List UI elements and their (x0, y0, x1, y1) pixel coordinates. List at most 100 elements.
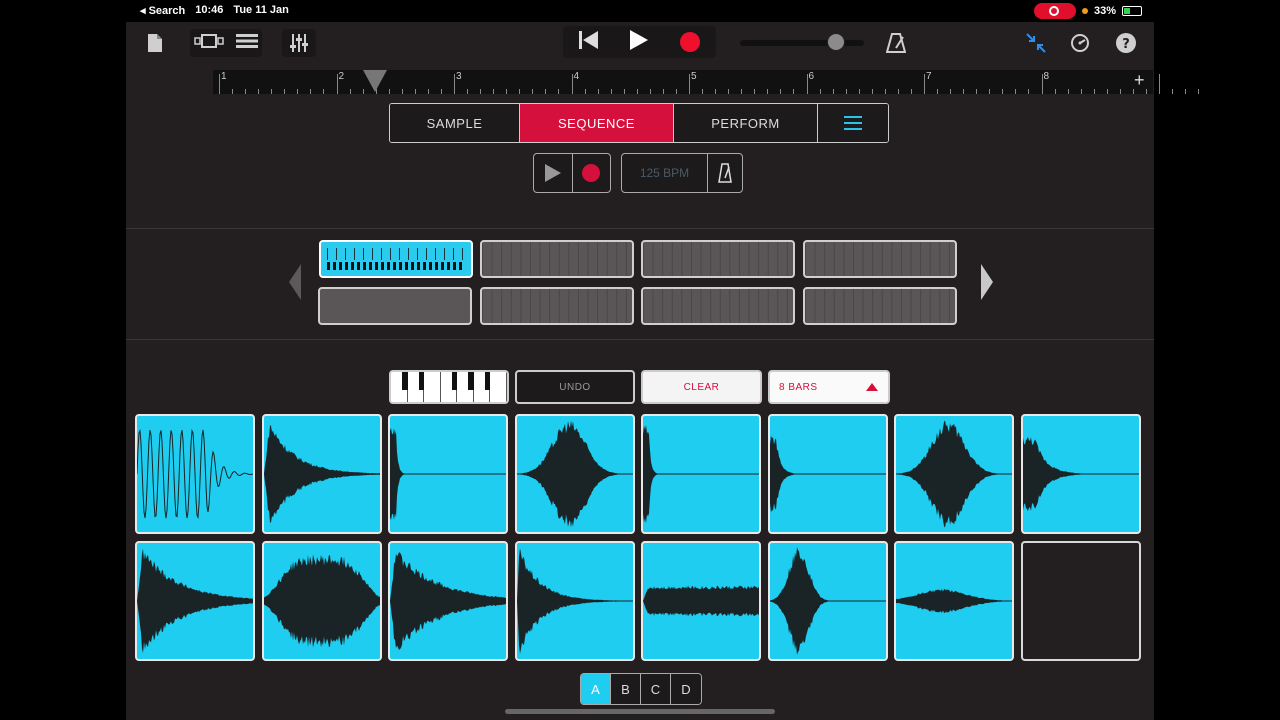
section-divider (126, 339, 1154, 340)
timeline-ruler[interactable]: 1 2 3 4 5 6 7 8 (213, 70, 1200, 94)
ruler-tick (401, 89, 403, 94)
ruler-tick (610, 89, 612, 94)
waveform-icon (516, 420, 633, 528)
ruler-tick (649, 89, 651, 94)
mixer-icon[interactable] (282, 29, 316, 57)
sequence-record-button[interactable] (573, 154, 611, 192)
waveform-icon (263, 554, 380, 648)
bank-b-button[interactable]: B (611, 674, 641, 704)
tab-perform[interactable]: PERFORM (674, 104, 818, 142)
tab-sequence[interactable]: SEQUENCE (520, 104, 674, 142)
play-icon[interactable] (630, 29, 649, 55)
menu-icon (844, 116, 862, 130)
collapse-icon[interactable] (1024, 29, 1048, 57)
sample-pad-15[interactable] (894, 541, 1014, 661)
home-indicator[interactable] (505, 709, 775, 714)
previous-patterns-arrow-icon[interactable] (289, 264, 301, 300)
pad-bank-selector: A B C D (580, 673, 702, 705)
list-view-icon[interactable] (236, 33, 258, 53)
sample-pad-5[interactable] (641, 414, 761, 534)
ruler-tick (493, 89, 495, 94)
dropdown-arrow-icon (866, 383, 878, 391)
tab-sample[interactable]: SAMPLE (390, 104, 520, 142)
metronome-icon[interactable] (884, 29, 908, 57)
bank-a-button[interactable]: A (581, 674, 611, 704)
bank-c-button[interactable]: C (641, 674, 671, 704)
ruler-tick (976, 89, 978, 94)
sample-pad-6[interactable] (767, 414, 888, 534)
ruler-tick (232, 89, 234, 94)
sequence-metronome-icon[interactable] (708, 154, 742, 192)
bars-length-dropdown[interactable]: 8 BARS (768, 370, 890, 404)
sample-pad-10[interactable] (261, 541, 382, 661)
pattern-slot-2[interactable] (480, 240, 634, 278)
mic-indicator-icon (1081, 8, 1088, 14)
ruler-tick (1028, 89, 1030, 94)
clear-button[interactable]: CLEAR (641, 370, 762, 404)
ruler-tick (675, 89, 677, 94)
mode-tabs: SAMPLE SEQUENCE PERFORM (389, 103, 889, 143)
playhead[interactable] (363, 70, 387, 92)
ruler-tick (532, 89, 534, 94)
ruler-tick (258, 89, 260, 94)
ruler-tick (1093, 89, 1095, 94)
tracks-view-icon[interactable] (194, 33, 224, 53)
pattern-slot-5[interactable] (318, 287, 472, 325)
sample-pad-7[interactable] (894, 414, 1014, 534)
help-icon[interactable]: ? (1114, 29, 1138, 57)
ruler-tick (793, 89, 795, 94)
back-to-search-link[interactable]: ◂ Search (140, 4, 185, 17)
main-transport (563, 26, 716, 58)
ruler-tick (336, 74, 338, 94)
add-section-button[interactable]: + (1134, 70, 1145, 91)
keyboard-button[interactable] (389, 370, 509, 404)
ruler-tick (1015, 89, 1017, 94)
pattern-slot-7[interactable] (641, 287, 795, 325)
sample-pad-1[interactable] (135, 414, 255, 534)
menu-button[interactable] (818, 104, 888, 142)
ruler-tick (245, 89, 247, 94)
volume-knob[interactable] (827, 33, 845, 51)
sample-pad-9[interactable] (135, 541, 255, 661)
sample-pad-16[interactable] (1020, 541, 1141, 661)
waveform-icon (137, 548, 253, 654)
ruler-tick (349, 89, 351, 94)
battery-percent: 33% (1093, 5, 1116, 17)
sample-pad-3[interactable] (388, 414, 508, 534)
sample-pad-12[interactable] (514, 541, 635, 661)
next-patterns-arrow-icon[interactable] (981, 264, 993, 300)
ruler-tick (388, 89, 390, 94)
bpm-display[interactable]: 125 BPM (622, 154, 708, 192)
ruler-tick (806, 74, 808, 94)
master-volume-slider[interactable] (740, 40, 864, 46)
waveform-icon (769, 547, 886, 655)
sample-pad-4[interactable] (514, 414, 635, 534)
record-button[interactable] (680, 32, 701, 52)
bank-d-button[interactable]: D (671, 674, 701, 704)
sample-pad-11[interactable] (388, 541, 508, 661)
ruler-tick (989, 89, 991, 94)
sample-pad-2[interactable] (261, 414, 382, 534)
screen-recording-icon[interactable] (1033, 3, 1076, 19)
sample-pad-14[interactable] (767, 541, 888, 661)
rewind-icon[interactable] (578, 30, 599, 54)
keyboard-icon (391, 372, 410, 402)
settings-icon[interactable] (1068, 29, 1092, 57)
pattern-slot-1[interactable] (319, 240, 473, 278)
ruler-tick (1002, 89, 1004, 94)
document-icon[interactable] (144, 29, 166, 57)
ruler-tick (310, 89, 312, 94)
sample-pad-8[interactable] (1020, 414, 1141, 534)
pattern-slot-4[interactable] (803, 240, 957, 278)
waveform-icon (896, 420, 1012, 528)
pattern-slot-6[interactable] (480, 287, 634, 325)
ruler-tick (519, 89, 521, 94)
ruler-tick (584, 89, 586, 94)
pattern-slot-8[interactable] (803, 287, 957, 325)
undo-button[interactable]: UNDO (515, 370, 635, 404)
sample-pad-13[interactable] (641, 541, 761, 661)
sequence-play-button[interactable] (534, 154, 573, 192)
pattern-slot-3[interactable] (641, 240, 795, 278)
waveform-icon (769, 435, 886, 513)
ruler-tick (741, 89, 743, 94)
